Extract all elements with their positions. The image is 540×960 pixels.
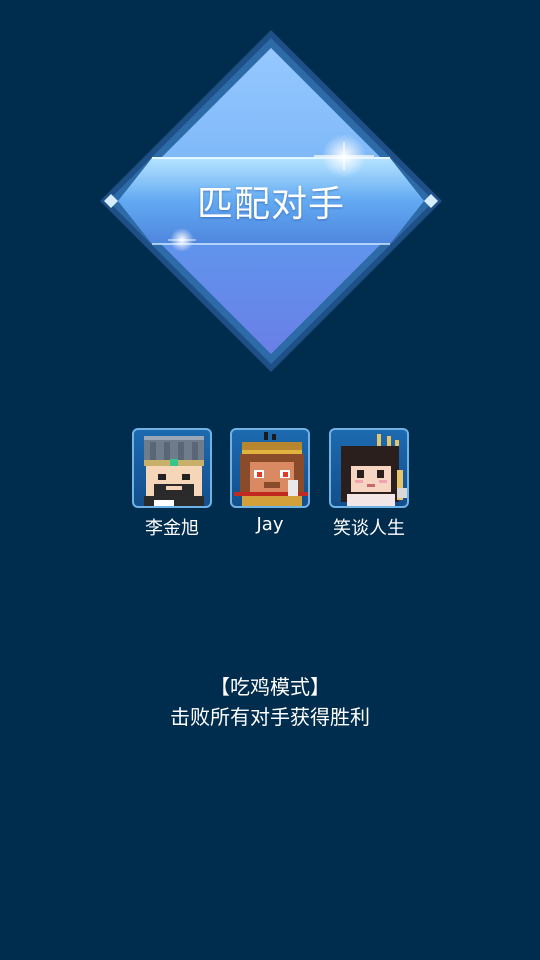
player-card[interactable]: Jay (215, 428, 325, 535)
player-name: Jay (256, 514, 284, 535)
player-name: 李金旭 (145, 518, 199, 539)
monkey-king-icon (234, 432, 308, 506)
mode-title: 【吃鸡模式】 (210, 675, 330, 699)
player-name: 笑谈人生 (333, 518, 405, 539)
helmet-warrior-icon (144, 436, 204, 506)
page-title: 匹配对手 (196, 184, 345, 225)
player-card[interactable]: 笑谈人生 (314, 428, 424, 540)
player-avatar[interactable] (329, 428, 409, 508)
mode-info: 【吃鸡模式】 击败所有对手获得胜利 (0, 672, 540, 732)
mode-description: 击败所有对手获得胜利 (170, 705, 370, 729)
player-list: 李金旭 Jay 笑谈人生 (0, 428, 540, 548)
match-emblem: 匹配对手 (100, 30, 442, 372)
player-avatar[interactable] (132, 428, 212, 508)
player-card[interactable]: 李金旭 (117, 428, 227, 540)
player-avatar[interactable] (230, 428, 310, 508)
long-hair-girl-icon (341, 434, 407, 506)
